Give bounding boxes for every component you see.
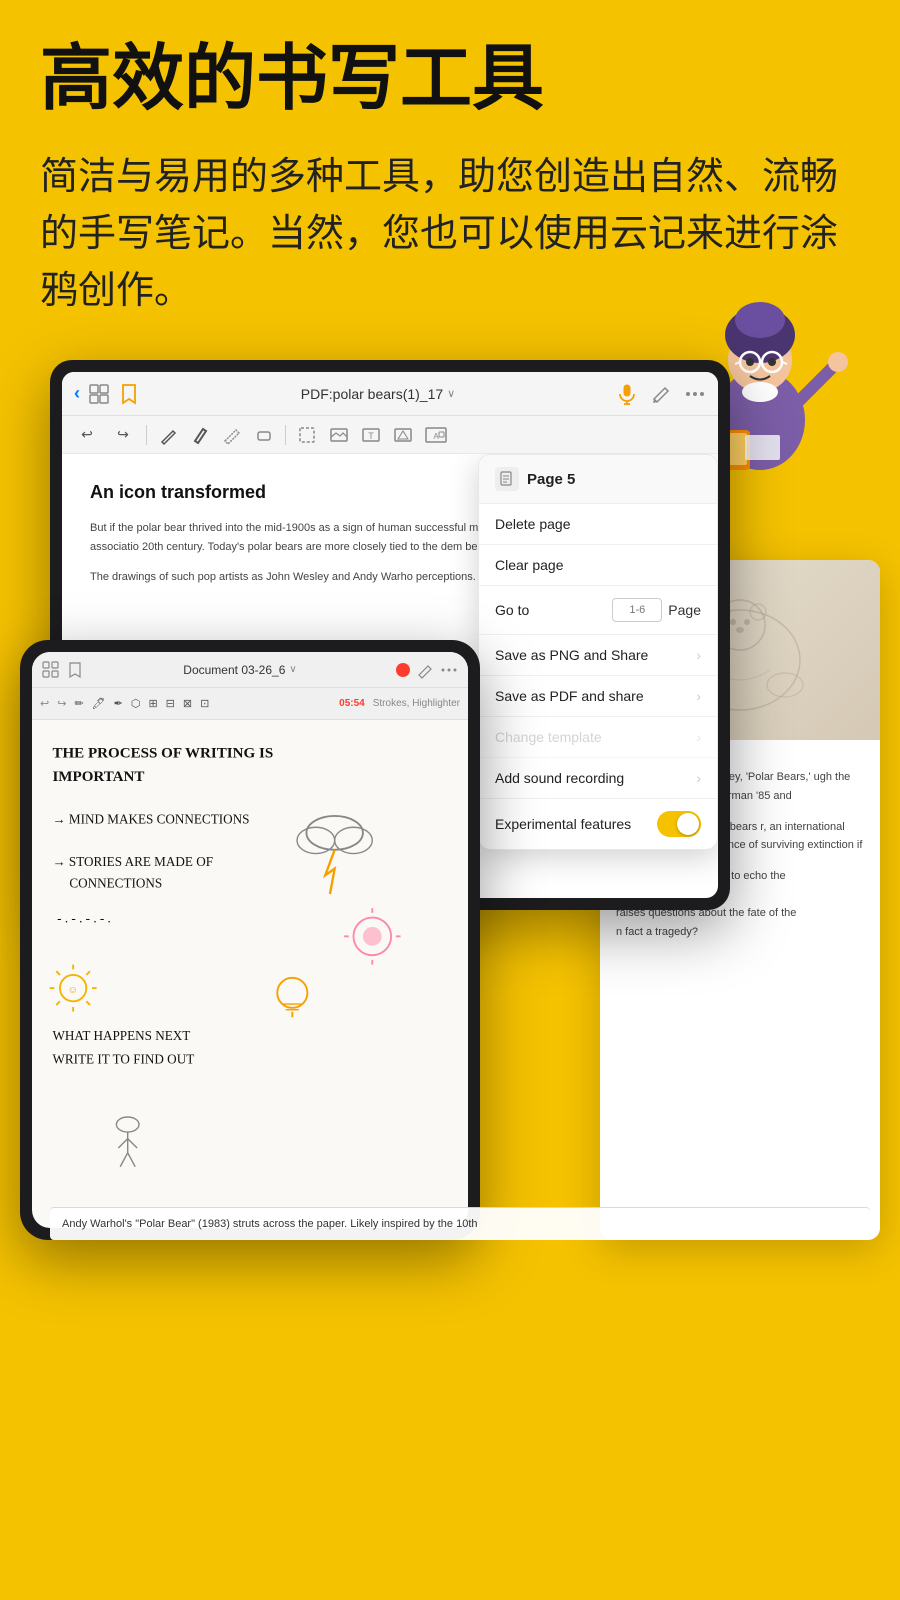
highlighter-tool[interactable] <box>221 424 243 446</box>
experimental-label: Experimental features <box>495 816 631 832</box>
ipad-small-screen: Document 03-26_6 ∨ ↩ ↪ <box>32 652 468 1228</box>
ipad-toolbar: ‹ PDF:polar bears(1)_17 ∨ <box>62 372 718 416</box>
small-text[interactable]: ⊟ <box>166 697 175 710</box>
small-pencil[interactable]: ✏ <box>74 697 83 710</box>
small-more-icon[interactable] <box>440 661 458 679</box>
toggle-knob <box>677 813 699 835</box>
small-redo[interactable]: ↪ <box>57 697 66 710</box>
svg-text:→ STORIES ARE MADE OF: → STORIES ARE MADE OF <box>52 854 213 869</box>
small-marker[interactable]: ✒ <box>114 697 123 710</box>
svg-text:→ MIND MAKES CONNECTIONS: → MIND MAKES CONNECTIONS <box>52 812 249 827</box>
recording-timestamp: 05:54 <box>339 698 365 709</box>
small-shape[interactable]: ⊠ <box>183 697 192 710</box>
delete-page-label: Delete page <box>495 516 571 532</box>
svg-text:☺: ☺ <box>67 985 78 996</box>
small-grid-icon[interactable] <box>42 661 60 679</box>
undo-button[interactable]: ↩ <box>74 422 100 448</box>
goto-controls: Page <box>612 598 701 622</box>
svg-text:IMPORTANT: IMPORTANT <box>52 769 144 785</box>
svg-text:- . - . - . - .: - . - . - . - . <box>57 910 111 925</box>
small-bookmark-icon[interactable] <box>66 661 84 679</box>
svg-text:THE PROCESS OF WRITING IS: THE PROCESS OF WRITING IS <box>52 746 273 762</box>
small-toolbar-title: Document 03-26_6 ∨ <box>90 663 390 677</box>
toolbar-icons-right <box>616 383 706 405</box>
mic-icon[interactable] <box>616 383 638 405</box>
small-select[interactable]: ⊡ <box>200 697 209 710</box>
menu-header: Page 5 <box>479 455 717 504</box>
ipad-small: Document 03-26_6 ∨ ↩ ↪ <box>20 640 480 1240</box>
experimental-toggle[interactable] <box>657 811 701 837</box>
strokes-label: Strokes, Highlighter <box>373 698 460 709</box>
svg-text:CONNECTIONS: CONNECTIONS <box>69 876 162 891</box>
page-number-input[interactable] <box>612 598 662 622</box>
small-doc-title: Document 03-26_6 <box>183 663 285 677</box>
selection-tool[interactable] <box>296 424 318 446</box>
small-content: THE PROCESS OF WRITING IS IMPORTANT → MI… <box>32 720 468 1228</box>
svg-text:A: A <box>433 432 439 441</box>
menu-item-change-template[interactable]: Change template › <box>479 717 717 758</box>
page-suffix: Page <box>668 602 701 618</box>
grid-icon[interactable] <box>88 383 110 405</box>
small-pen[interactable]: 🖊 <box>92 697 106 710</box>
page-icon <box>495 467 519 491</box>
bookmark-icon[interactable] <box>118 383 140 405</box>
toolbar-title: PDF:polar bears(1)_17 ∨ <box>148 386 608 402</box>
menu-item-save-png[interactable]: Save as PNG and Share › <box>479 635 717 676</box>
menu-item-clear-page[interactable]: Clear page <box>479 545 717 586</box>
divider <box>146 425 147 445</box>
redo-button[interactable]: ↪ <box>110 422 136 448</box>
marker-tool[interactable] <box>189 424 211 446</box>
chevron-icon: › <box>696 647 701 663</box>
handwriting-svg: THE PROCESS OF WRITING IS IMPORTANT → MI… <box>32 720 468 1228</box>
svg-text:WHAT HAPPENS NEXT: WHAT HAPPENS NEXT <box>52 1028 190 1043</box>
ocr-tool[interactable]: A <box>424 424 448 446</box>
pencil-tool[interactable] <box>157 424 179 446</box>
small-img[interactable]: ⊞ <box>148 697 157 710</box>
text-tool[interactable]: T <box>360 424 382 446</box>
small-undo[interactable]: ↩ <box>40 697 49 710</box>
more-icon[interactable] <box>684 383 706 405</box>
small-subtoolbar: ↩ ↪ ✏ 🖊 ✒ ⬡ ⊞ ⊟ ⊠ ⊡ 05:54 Strokes, Highl… <box>32 688 468 720</box>
add-sound-label: Add sound recording <box>495 770 624 786</box>
header-section: 高效的书写工具 简洁与易用的多种工具，助您创造出自然、流畅的手写笔记。当然，您也… <box>0 0 900 340</box>
ipad-subtoolbar: ↩ ↪ <box>62 416 718 454</box>
divider2 <box>285 425 286 445</box>
shape-tool[interactable] <box>392 424 414 446</box>
save-pdf-label: Save as PDF and share <box>495 688 644 704</box>
save-png-label: Save as PNG and Share <box>495 647 648 663</box>
main-title: 高效的书写工具 <box>40 40 860 119</box>
caption-text: Andy Warhol's "Polar Bear" (1983) struts… <box>62 1218 478 1230</box>
chevron-icon3: › <box>696 729 701 745</box>
change-template-label: Change template <box>495 729 602 745</box>
menu-item-add-sound[interactable]: Add sound recording › <box>479 758 717 799</box>
eraser-tool[interactable] <box>253 424 275 446</box>
devices-area: ‹ PDF:polar bears(1)_17 ∨ <box>0 360 900 1260</box>
menu-item-save-pdf[interactable]: Save as PDF and share › <box>479 676 717 717</box>
back-button[interactable]: ‹ <box>74 383 80 404</box>
image-tool[interactable] <box>328 424 350 446</box>
clear-page-label: Clear page <box>495 557 564 573</box>
menu-item-experimental[interactable]: Experimental features <box>479 799 717 849</box>
menu-item-delete-page[interactable]: Delete page <box>479 504 717 545</box>
small-highlighter[interactable]: ⬡ <box>131 697 141 710</box>
goto-label: Go to <box>495 602 529 618</box>
menu-item-goto[interactable]: Go to Page <box>479 586 717 635</box>
record-button[interactable] <box>396 663 410 677</box>
pen-icon[interactable] <box>650 383 672 405</box>
small-toolbar: Document 03-26_6 ∨ <box>32 652 468 688</box>
chevron-icon2: › <box>696 688 701 704</box>
page-wrapper: 高效的书写工具 简洁与易用的多种工具，助您创造出自然、流畅的手写笔记。当然，您也… <box>0 0 900 1600</box>
svg-text:WRITE IT TO FIND OUT: WRITE IT TO FIND OUT <box>52 1052 194 1067</box>
small-edit-icon[interactable] <box>416 661 434 679</box>
menu-page-title: Page 5 <box>527 471 575 488</box>
chevron-icon4: › <box>696 770 701 786</box>
context-menu: Page 5 Delete page Clear page Go to <box>478 454 718 850</box>
svg-text:T: T <box>368 431 374 441</box>
bottom-caption: Andy Warhol's "Polar Bear" (1983) struts… <box>50 1207 870 1241</box>
